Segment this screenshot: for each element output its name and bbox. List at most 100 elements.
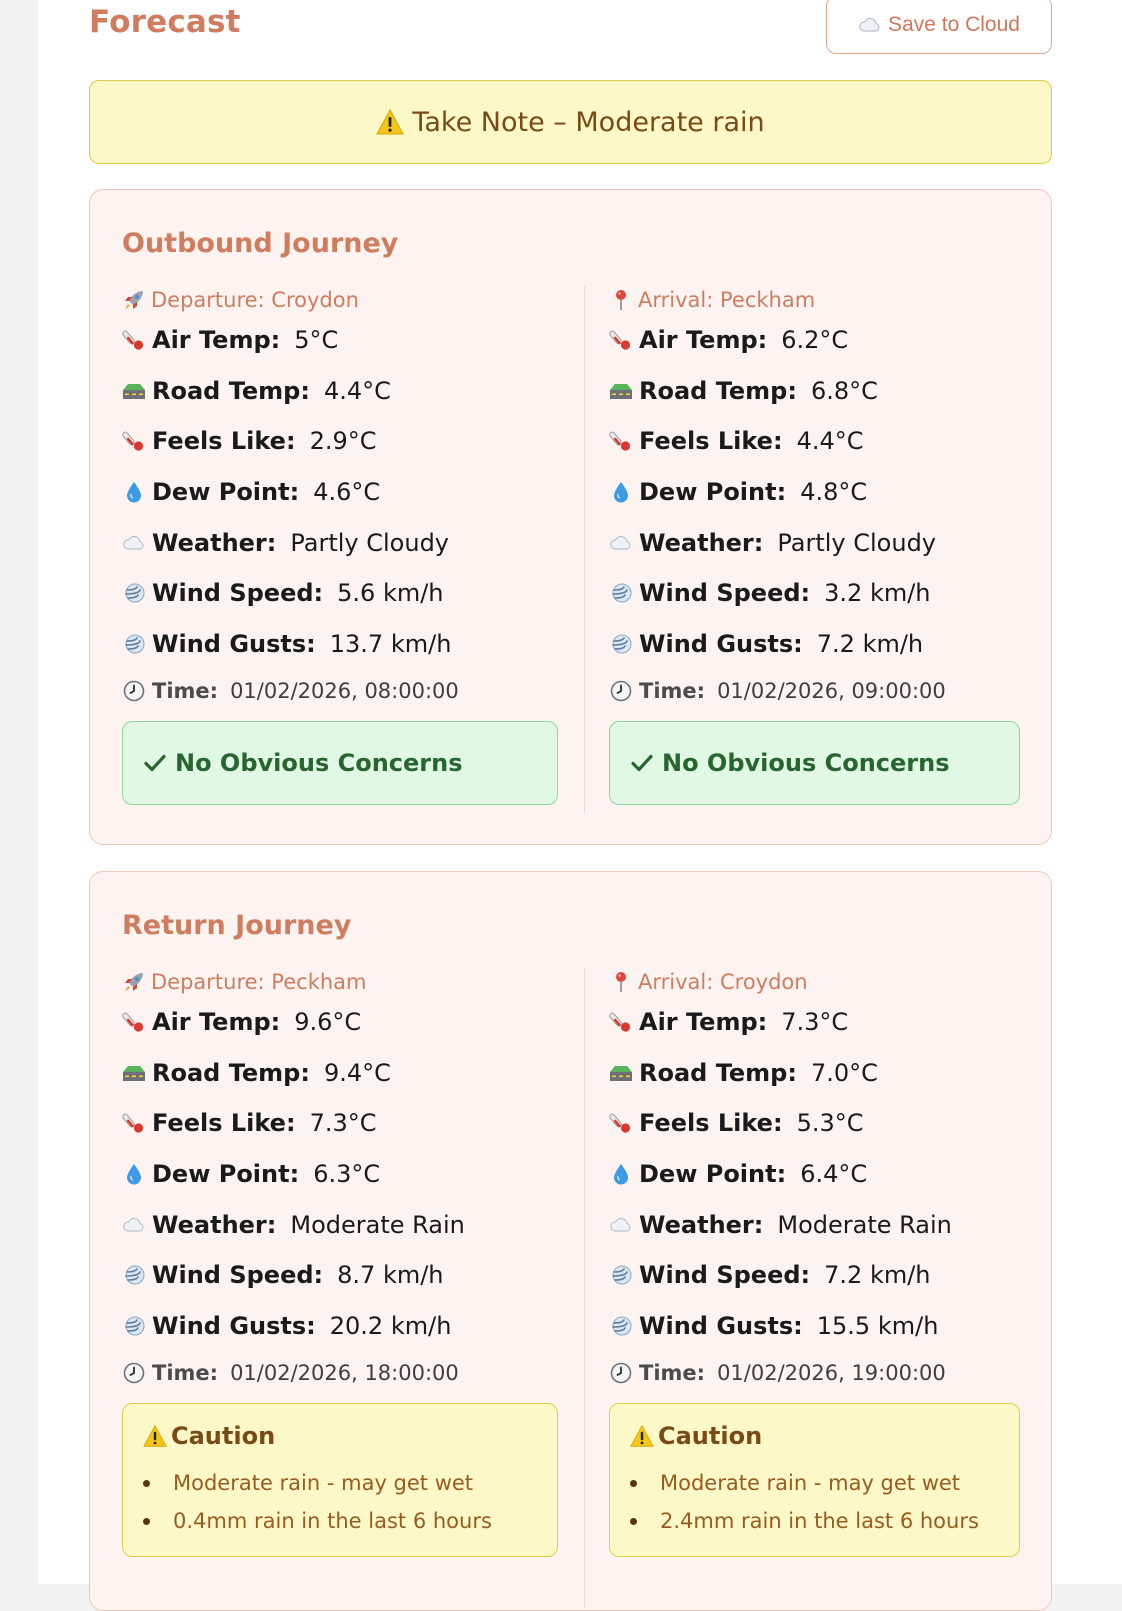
air-temp-row: Air Temp 6.2°C: [609, 315, 1020, 366]
thermometer-icon: [122, 429, 146, 453]
wind-icon: [122, 581, 146, 605]
departure-column: Departure: Peckham Air Temp 9.6°C Road T…: [122, 967, 558, 1558]
road-temp-value: 6.8°C: [810, 376, 878, 405]
caution-item: 2.4mm rain in the last 6 hours: [630, 1502, 999, 1540]
arrival-heading: Arrival: Croydon: [609, 967, 1020, 997]
wind-gusts-value: 7.2 km/h: [816, 629, 924, 658]
rocket-icon: [122, 970, 146, 994]
journey-title: Outbound Journey: [122, 228, 399, 259]
road-icon: [122, 379, 146, 403]
caution-list: Moderate rain - may get wet 0.4mm rain i…: [143, 1464, 537, 1540]
time-label: Time: [639, 679, 705, 703]
dew-point-value: 4.6°C: [313, 478, 381, 507]
save-to-cloud-button[interactable]: Save to Cloud: [826, 0, 1052, 54]
time-value: 01/02/2026, 19:00:00: [717, 1361, 946, 1386]
feels-like-label: Feels Like: [152, 1109, 296, 1137]
wind-gusts-value: 13.7 km/h: [329, 629, 452, 658]
feels-like-label: Feels Like: [639, 1109, 783, 1137]
arrival-heading-text: Arrival: Croydon: [638, 970, 808, 994]
feels-like-value: 2.9°C: [309, 427, 377, 456]
feels-like-value: 5.3°C: [796, 1109, 864, 1138]
air-temp-value: 9.6°C: [294, 1008, 362, 1037]
time-label: Time: [639, 1361, 705, 1385]
caution-list: Moderate rain - may get wet 2.4mm rain i…: [630, 1464, 999, 1540]
weather-value: Moderate Rain: [290, 1210, 465, 1239]
wind-icon: [122, 1263, 146, 1287]
weather-label: Weather: [152, 529, 276, 557]
weather-row: Weather Moderate Rain: [122, 1199, 558, 1250]
air-temp-value: 5°C: [294, 326, 339, 355]
road-temp-row: Road Temp 4.4°C: [122, 366, 558, 417]
feels-like-row: Feels Like 2.9°C: [122, 416, 558, 467]
time-row: Time 01/02/2026, 19:00:00: [609, 1351, 1020, 1395]
feels-like-label: Feels Like: [639, 427, 783, 455]
pin-icon: [609, 288, 633, 312]
dew-point-label: Dew Point: [639, 1160, 786, 1188]
wind-speed-row: Wind Speed 8.7 km/h: [122, 1250, 558, 1301]
wind-gusts-label: Wind Gusts: [152, 630, 316, 658]
weather-row: Weather Partly Cloudy: [609, 517, 1020, 568]
feels-like-row: Feels Like 4.4°C: [609, 416, 1020, 467]
return-journey-card: Return Journey Departure: Peckham Air Te…: [89, 871, 1052, 1611]
droplet-icon: [122, 1162, 146, 1186]
time-value: 01/02/2026, 18:00:00: [230, 1361, 459, 1386]
dew-point-label: Dew Point: [152, 1160, 299, 1188]
arrival-column: Arrival: Croydon Air Temp 7.3°C Road Tem…: [609, 967, 1020, 1558]
air-temp-label: Air Temp: [639, 326, 767, 354]
cloud-icon: [122, 1213, 146, 1237]
thermometer-icon: [609, 429, 633, 453]
wind-gusts-value: 15.5 km/h: [816, 1311, 939, 1340]
clock-icon: [609, 679, 633, 703]
road-temp-value: 9.4°C: [323, 1058, 391, 1087]
road-temp-row: Road Temp 9.4°C: [122, 1048, 558, 1099]
thermometer-icon: [122, 1010, 146, 1034]
road-temp-row: Road Temp 6.8°C: [609, 366, 1020, 417]
thermometer-icon: [609, 328, 633, 352]
pin-icon: [609, 970, 633, 994]
weather-label: Weather: [152, 1211, 276, 1239]
column-divider: [584, 286, 585, 813]
cloud-icon: [609, 531, 633, 555]
dew-point-value: 6.3°C: [313, 1160, 381, 1189]
status-no-concerns: No Obvious Concerns: [609, 721, 1020, 806]
page-title: Forecast: [89, 4, 241, 40]
caution-title: Caution: [658, 1422, 763, 1451]
feels-like-value: 7.3°C: [309, 1109, 377, 1138]
checkmark-icon: [143, 751, 167, 775]
weather-label: Weather: [639, 529, 763, 557]
time-value: 01/02/2026, 09:00:00: [717, 679, 946, 704]
caution-item: Moderate rain - may get wet: [630, 1464, 999, 1502]
status-text: No Obvious Concerns: [175, 749, 463, 778]
wind-icon: [609, 1314, 633, 1338]
caution-item: 0.4mm rain in the last 6 hours: [143, 1502, 537, 1540]
departure-heading: Departure: Peckham: [122, 967, 558, 997]
departure-heading-text: Departure: Peckham: [151, 970, 367, 994]
weather-value: Moderate Rain: [777, 1210, 952, 1239]
dew-point-value: 4.8°C: [800, 478, 868, 507]
wind-speed-label: Wind Speed: [639, 579, 810, 607]
dew-point-label: Dew Point: [152, 478, 299, 506]
thermometer-icon: [122, 328, 146, 352]
wind-gusts-row: Wind Gusts 13.7 km/h: [122, 619, 558, 670]
wind-speed-row: Wind Speed 3.2 km/h: [609, 568, 1020, 619]
caution-item: Moderate rain - may get wet: [143, 1464, 537, 1502]
warning-icon: [630, 1424, 654, 1448]
wind-gusts-row: Wind Gusts 7.2 km/h: [609, 619, 1020, 670]
wind-speed-value: 8.7 km/h: [337, 1261, 444, 1290]
dew-point-label: Dew Point: [639, 478, 786, 506]
cloud-icon: [858, 13, 882, 37]
status-no-concerns: No Obvious Concerns: [122, 721, 558, 806]
wind-gusts-label: Wind Gusts: [639, 630, 803, 658]
journey-title: Return Journey: [122, 910, 352, 941]
wind-icon: [122, 632, 146, 656]
road-icon: [609, 379, 633, 403]
thermometer-icon: [122, 1111, 146, 1135]
thermometer-icon: [609, 1010, 633, 1034]
arrival-heading: Arrival: Peckham: [609, 285, 1020, 315]
air-temp-row: Air Temp 7.3°C: [609, 997, 1020, 1048]
caution-title: Caution: [171, 1422, 276, 1451]
wind-icon: [609, 1263, 633, 1287]
wind-speed-label: Wind Speed: [152, 579, 323, 607]
wind-speed-label: Wind Speed: [639, 1261, 810, 1289]
road-temp-label: Road Temp: [152, 1059, 310, 1087]
